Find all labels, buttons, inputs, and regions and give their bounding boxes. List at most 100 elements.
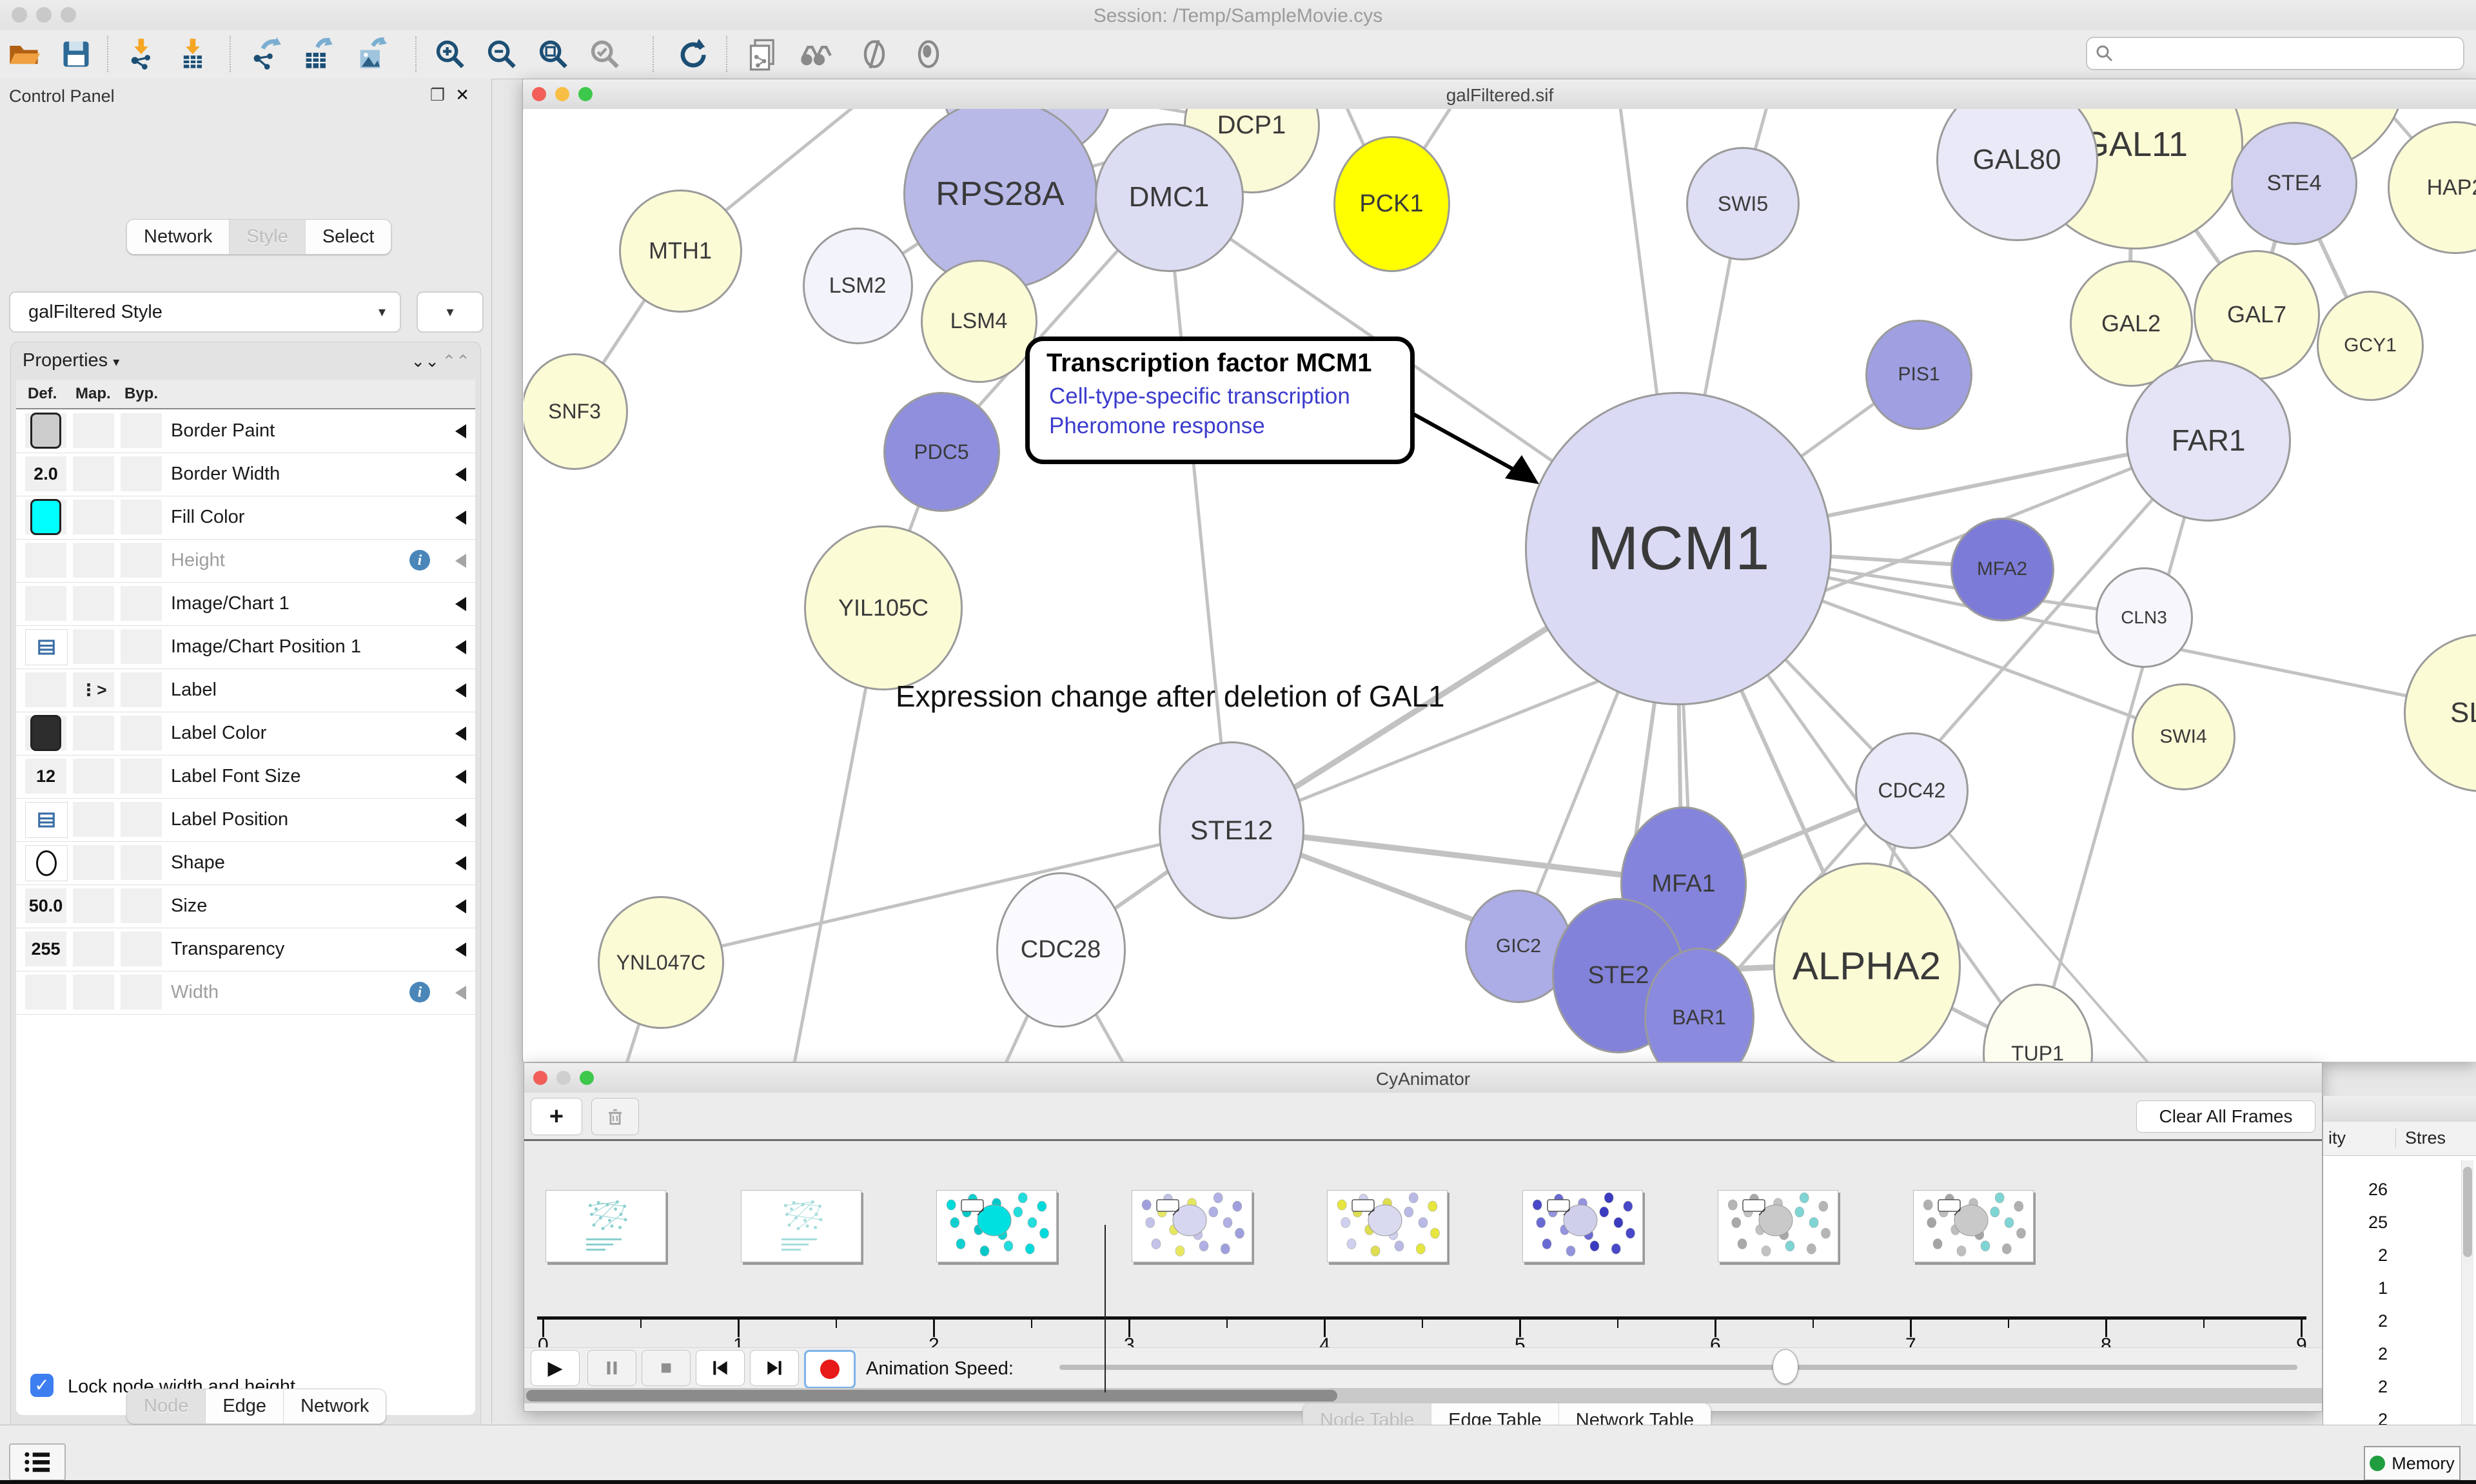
search-input[interactable] <box>2086 37 2464 70</box>
network-node-alpha2[interactable]: ALPHA2 <box>1773 863 1961 1062</box>
table-scrollbar-thumb[interactable] <box>2463 1167 2472 1257</box>
network-canvas[interactable]: RPS28BGAL11GAL80DCP1RPS28ADMC1PCK1SWI5ST… <box>524 109 2476 1062</box>
network-node-pdc5[interactable]: PDC5 <box>883 392 1000 512</box>
annotation-link-1[interactable]: Cell-type-specific transcription <box>1049 384 1350 409</box>
mapping-value-cell[interactable] <box>73 586 114 621</box>
property-row-label-color[interactable]: Label Color <box>16 712 475 756</box>
mapping-value-cell[interactable] <box>73 932 114 966</box>
table-cell-value[interactable]: 25 <box>2323 1213 2388 1233</box>
expand-property-icon[interactable] <box>455 597 466 611</box>
find-network-icon[interactable] <box>798 37 832 71</box>
property-row-border-width[interactable]: 2.0Border Width <box>16 453 475 496</box>
network-node-cdc42[interactable]: CDC42 <box>1855 732 1969 849</box>
bypass-value-cell[interactable] <box>121 672 162 707</box>
default-value-cell[interactable] <box>25 500 66 534</box>
default-value-cell[interactable] <box>25 672 66 707</box>
memory-button[interactable]: Memory <box>2364 1446 2461 1481</box>
timeline-scrollbar[interactable] <box>524 1388 2322 1403</box>
info-icon[interactable]: i <box>409 550 430 571</box>
zoom-in-icon[interactable] <box>433 37 467 71</box>
network-edge[interactable] <box>1167 195 1230 828</box>
default-value-cell[interactable] <box>25 586 66 621</box>
timeline-playhead[interactable] <box>1105 1225 1106 1392</box>
property-row-label[interactable]: ⋮>Label <box>16 669 475 712</box>
mapping-value-cell[interactable] <box>73 759 114 794</box>
network-node-mfa2[interactable]: MFA2 <box>1950 518 2054 621</box>
mapping-value-cell[interactable] <box>73 500 114 534</box>
bypass-value-cell[interactable] <box>121 629 162 664</box>
style-selector-dropdown[interactable]: galFiltered Style ▾ <box>9 291 401 333</box>
network-edge[interactable] <box>659 828 1230 961</box>
table-cell-value[interactable]: 2 <box>2323 1344 2388 1364</box>
network-node-rps28a[interactable]: RPS28A <box>903 109 1097 289</box>
network-node-ynl047c[interactable]: YNL047C <box>598 896 724 1029</box>
tab-network[interactable]: Network <box>127 220 230 254</box>
property-row-fill-color[interactable]: Fill Color <box>16 496 475 540</box>
animation-speed-slider[interactable] <box>1059 1365 2297 1370</box>
export-network-icon[interactable] <box>249 37 282 71</box>
bypass-value-cell[interactable] <box>121 543 162 578</box>
bypass-value-cell[interactable] <box>121 413 162 448</box>
expand-property-icon[interactable] <box>455 899 466 913</box>
cyanimator-titlebar[interactable]: CyAnimator <box>524 1063 2322 1093</box>
refresh-icon[interactable] <box>676 37 709 71</box>
property-row-width[interactable]: Widthi <box>16 971 475 1015</box>
expand-property-icon[interactable] <box>455 856 466 870</box>
animation-speed-slider-thumb[interactable] <box>1773 1349 1798 1384</box>
expand-property-icon[interactable] <box>455 770 466 784</box>
frame-thumbnail-4[interactable] <box>1327 1190 1448 1262</box>
expand-property-icon[interactable] <box>455 942 466 957</box>
table-cell-value[interactable]: 2 <box>2323 1245 2388 1265</box>
bypass-value-cell[interactable] <box>121 888 162 923</box>
bypass-value-cell[interactable] <box>121 716 162 750</box>
default-value-cell[interactable] <box>25 845 68 881</box>
frame-thumbnail-3[interactable] <box>1132 1190 1252 1262</box>
stop-button[interactable]: ■ <box>642 1350 691 1386</box>
bypass-value-cell[interactable] <box>121 500 162 534</box>
tab-network-bottom[interactable]: Network <box>284 1389 386 1423</box>
task-history-button[interactable] <box>9 1443 66 1481</box>
default-value-cell[interactable]: 2.0 <box>25 456 66 491</box>
frame-thumbnail-0[interactable] <box>545 1190 666 1262</box>
bypass-value-cell[interactable] <box>121 845 162 880</box>
frame-thumbnail-1[interactable] <box>741 1190 861 1262</box>
expand-property-icon[interactable] <box>455 554 466 568</box>
property-row-border-paint[interactable]: Border Paint <box>16 409 475 453</box>
default-value-cell[interactable] <box>25 543 66 578</box>
zoom-fit-icon[interactable] <box>536 37 570 71</box>
play-button[interactable]: ▶ <box>531 1350 580 1386</box>
pause-button[interactable] <box>587 1350 636 1386</box>
mapping-value-cell[interactable] <box>73 456 114 491</box>
frames-timeline[interactable]: Seconds 0123456789 <box>524 1141 2322 1347</box>
network-node-ste4[interactable]: STE4 <box>2231 122 2357 245</box>
tab-node[interactable]: Node <box>127 1389 206 1423</box>
table-scrollbar[interactable] <box>2461 1160 2473 1457</box>
annotation-box[interactable]: Transcription factor MCM1 Cell-type-spec… <box>1025 337 1415 464</box>
clear-all-frames-button[interactable]: Clear All Frames <box>2136 1100 2315 1133</box>
hide-detail-icon[interactable] <box>858 37 891 71</box>
property-row-height[interactable]: Heighti <box>16 539 475 583</box>
default-value-cell[interactable]: 255 <box>25 932 66 966</box>
float-panel-icon[interactable]: ❐ <box>430 85 455 104</box>
network-node-mcm1[interactable]: MCM1 <box>1525 392 1832 705</box>
expand-all-icon[interactable]: ⌄⌄ <box>411 351 439 371</box>
expand-property-icon[interactable] <box>455 467 466 482</box>
export-image-icon[interactable] <box>355 37 388 71</box>
bypass-value-cell[interactable] <box>121 759 162 794</box>
bypass-value-cell[interactable] <box>121 975 162 1010</box>
expand-property-icon[interactable] <box>455 511 466 525</box>
expand-property-icon[interactable] <box>455 640 466 654</box>
mapping-value-cell[interactable] <box>73 413 114 448</box>
network-node-pis1[interactable]: PIS1 <box>1865 320 1972 430</box>
default-value-cell[interactable] <box>25 802 68 838</box>
default-value-cell[interactable] <box>25 629 68 665</box>
default-value-cell[interactable] <box>25 975 66 1010</box>
info-icon[interactable]: i <box>409 982 430 1002</box>
network-node-yil105c[interactable]: YIL105C <box>804 525 963 690</box>
mapping-value-cell[interactable] <box>73 975 114 1010</box>
property-row-image-chart-position-1[interactable]: Image/Chart Position 1 <box>16 625 475 669</box>
delete-frame-button[interactable] <box>591 1098 639 1135</box>
mapping-value-cell[interactable] <box>73 543 114 578</box>
timeline-scrollbar-thumb[interactable] <box>526 1390 1337 1401</box>
tab-select[interactable]: Select <box>306 220 391 254</box>
